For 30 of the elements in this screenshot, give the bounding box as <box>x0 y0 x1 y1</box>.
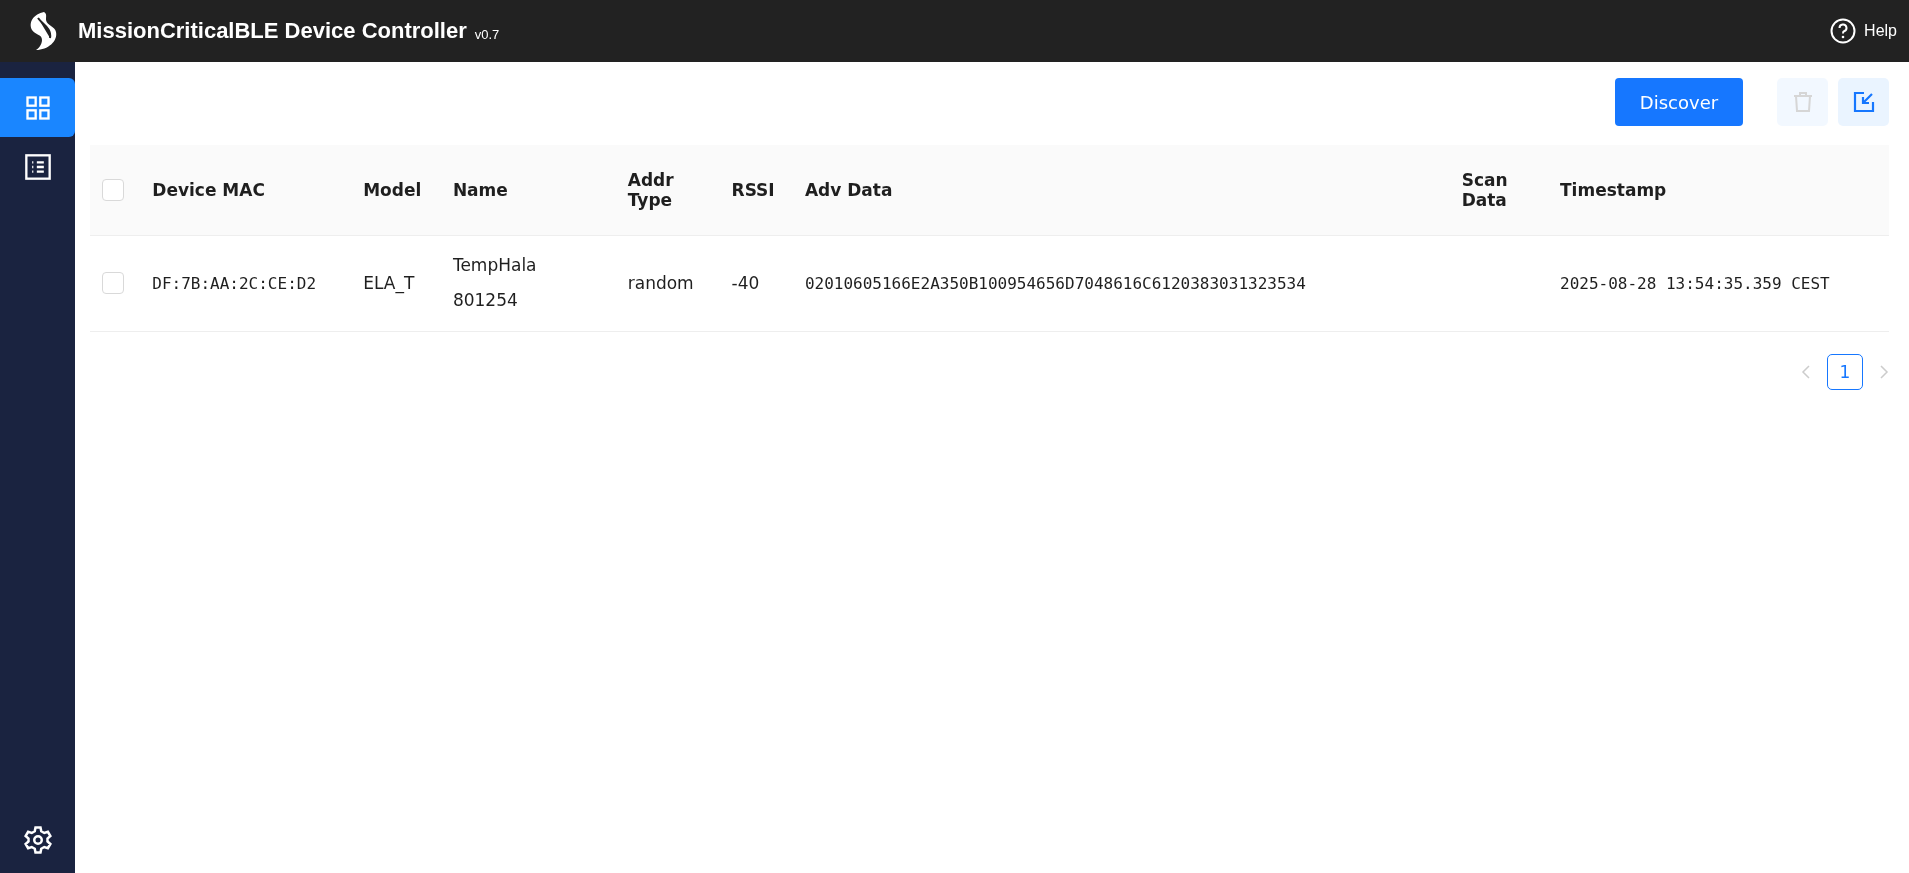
column-header: RSSI <box>731 179 775 200</box>
table-cell: -40 <box>731 272 760 293</box>
help-icon <box>1830 18 1857 44</box>
export-icon <box>1851 90 1876 114</box>
select-all-checkbox[interactable] <box>102 178 124 201</box>
table-cell: random <box>627 272 694 293</box>
app-title: MissionCriticalBLE Device Controller <box>78 18 467 44</box>
table-cell: DF:7B:AA:2C:CE:D2 <box>152 273 317 293</box>
column-header: Device MAC <box>152 179 265 200</box>
export-button[interactable] <box>1838 78 1889 126</box>
page-button[interactable]: 1 <box>1827 353 1863 390</box>
previous-page-icon[interactable] <box>1801 364 1813 379</box>
row-checkbox[interactable] <box>102 272 124 294</box>
table-cell: TempHala 801254 <box>452 255 537 310</box>
next-page-icon[interactable] <box>1877 364 1889 379</box>
table-cell: 02010605166E2A350B100954656D7048616C6120383031323534 <box>804 273 1306 293</box>
column-header: Adv Data <box>804 179 893 200</box>
column-header: Model <box>363 179 422 200</box>
column-header: Addr Type <box>627 169 674 210</box>
settings-icon[interactable] <box>22 825 53 855</box>
column-header: Name <box>452 179 508 200</box>
table-cell: 2025-08-28 13:54:35.359 CEST <box>1560 273 1830 293</box>
help-link[interactable]: Help <box>1830 18 1897 44</box>
column-header: Scan Data <box>1461 169 1508 210</box>
grid-icon <box>23 93 52 122</box>
column-header: Timestamp <box>1560 179 1667 200</box>
discover-button[interactable]: Discover <box>1615 78 1743 126</box>
list-icon <box>23 152 52 181</box>
table-cell: ELA_T <box>363 272 415 293</box>
version-label: v0.7 <box>474 26 500 42</box>
